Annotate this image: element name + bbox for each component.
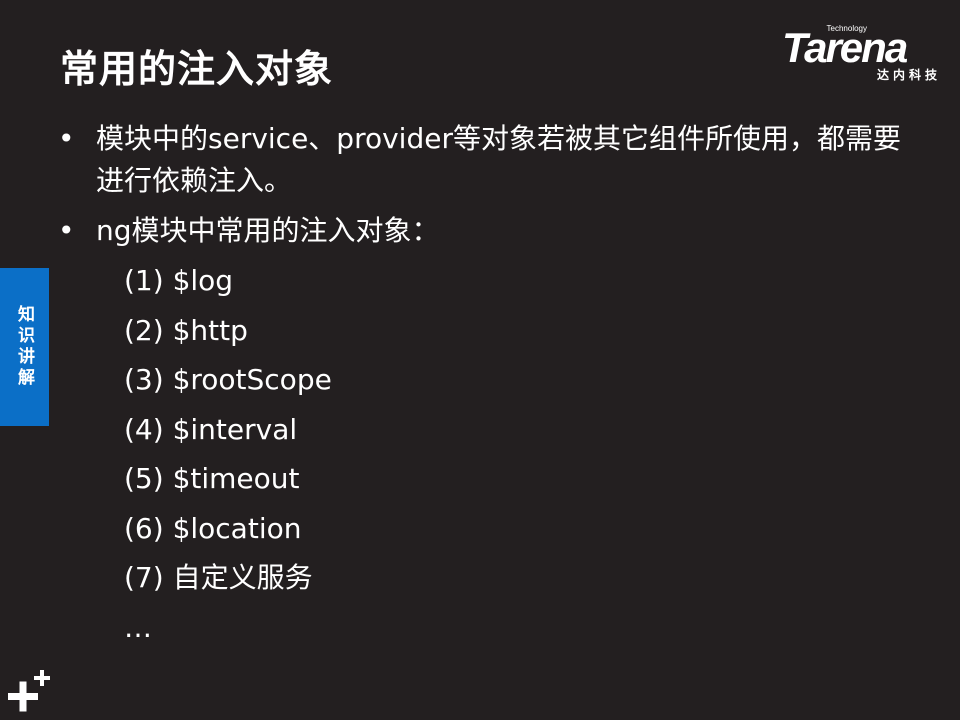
tarena-logo: Technology Tarena 达内科技 [782, 22, 947, 82]
list-item: (4) $interval [124, 412, 298, 446]
slide-title: 常用的注入对象 [60, 47, 334, 91]
list-item: (7) 自定义服务 [124, 561, 313, 594]
list-item: (5) $timeout [124, 462, 300, 495]
injection-object-list: (1) $log (2) $http (3) $rootScope (4) $i… [56, 260, 916, 656]
list-item: (2) $http [124, 313, 248, 347]
bullet-text: ng模块中常用的注入对象： [96, 214, 440, 247]
slide-content: • 模块中的service、provider等对象若被其它组件所使用，都需要进行… [56, 118, 916, 656]
bullet-marker: • [58, 214, 75, 247]
plus-icon [8, 670, 50, 712]
knowledge-tab: 知识讲解 [0, 268, 49, 426]
list-item: (6) $location [124, 511, 302, 545]
bullet-marker: • [58, 122, 75, 155]
logo-chinese: 达内科技 [876, 68, 941, 82]
list-item: … [124, 610, 152, 644]
knowledge-tab-label: 知识讲解 [14, 305, 34, 389]
list-item: (3) $rootScope [124, 363, 332, 396]
bullet-text: 模块中的service、provider等对象若被其它组件所使用，都需要进行依赖… [96, 122, 901, 197]
bullet-item: • 模块中的service、provider等对象若被其它组件所使用，都需要进行… [56, 118, 916, 202]
logo-wordmark: Tarena [782, 24, 908, 71]
list-item: (1) $log [124, 264, 234, 297]
bullet-item: • ng模块中常用的注入对象： [56, 210, 916, 252]
